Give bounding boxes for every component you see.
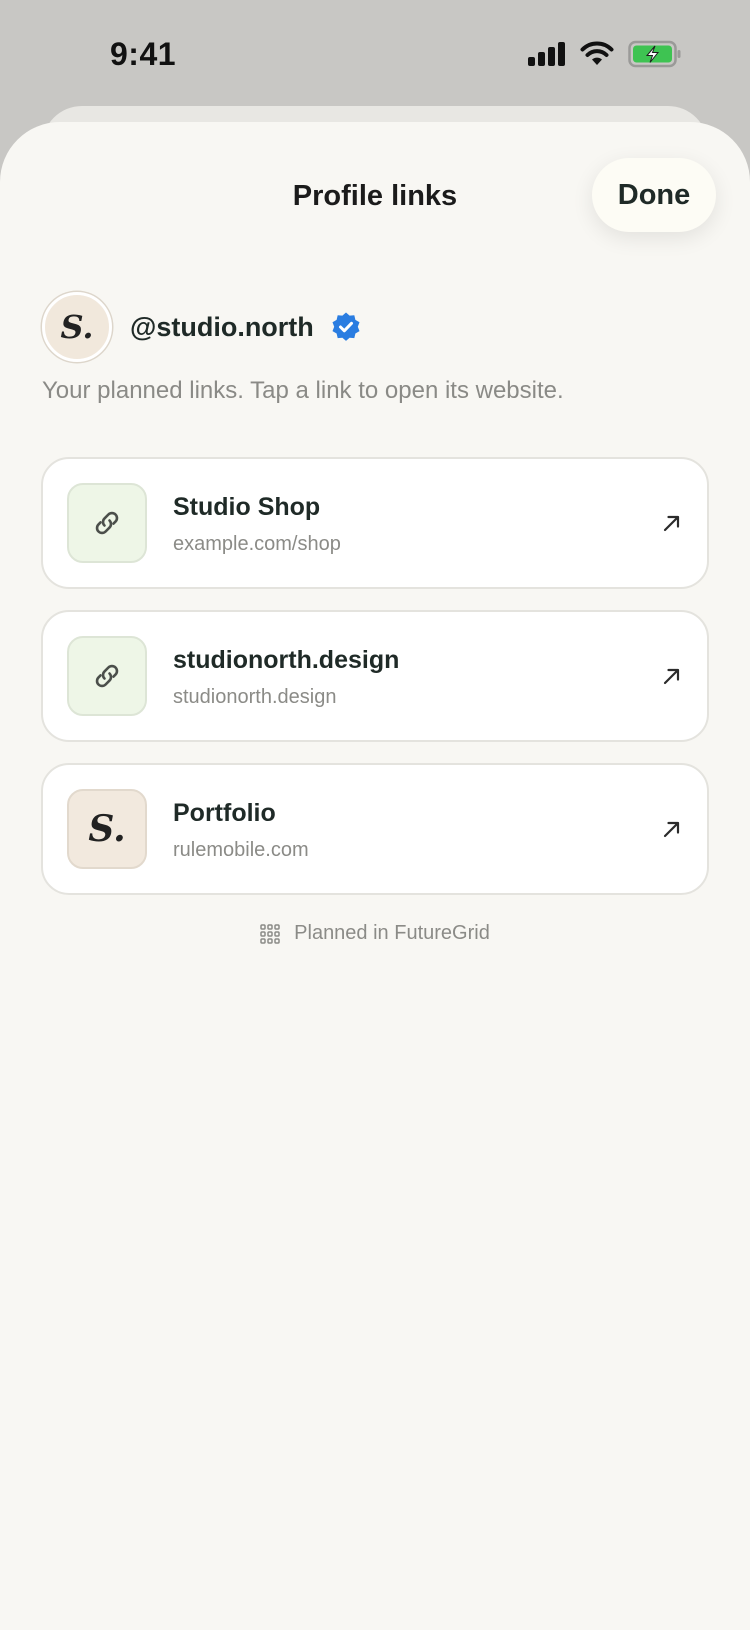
link-card-portfolio[interactable]: S. Portfolio rulemobile.com (41, 763, 709, 895)
profile-links-sheet: Profile links Done S. @studio.north Your… (0, 122, 750, 1630)
external-arrow-icon[interactable] (661, 512, 683, 534)
link-url: studionorth.design (173, 686, 337, 708)
footer-text: Planned in FutureGrid (294, 922, 490, 944)
profile-row: S. @studio.north (42, 292, 362, 362)
status-time: 9:41 (110, 36, 177, 72)
link-title: Portfolio (173, 799, 276, 827)
link-list: Studio Shop example.com/shop studionorth… (41, 457, 709, 916)
link-title: studionorth.design (173, 646, 400, 674)
footer: Planned in FutureGrid (0, 922, 750, 945)
profile-handle: @studio.north (130, 311, 314, 342)
avatar: S. (42, 292, 112, 362)
done-button[interactable]: Done (592, 158, 716, 232)
status-icons (528, 40, 682, 68)
wifi-icon (580, 41, 614, 65)
link-thumb (67, 483, 147, 563)
link-title: Studio Shop (173, 493, 321, 521)
link-icon (95, 664, 119, 688)
verified-badge-icon (332, 312, 360, 341)
subtitle: Your planned links. Tap a link to open i… (42, 377, 564, 404)
link-url: example.com/shop (173, 533, 341, 555)
link-icon (95, 511, 119, 535)
link-card-studio-shop[interactable]: Studio Shop example.com/shop (41, 457, 709, 589)
battery-charging-icon (628, 40, 681, 68)
external-arrow-icon[interactable] (661, 818, 683, 840)
link-url: rulemobile.com (173, 839, 309, 861)
link-thumb-logo: S. (67, 789, 147, 869)
link-card-studionorth-design[interactable]: studionorth.design studionorth.design (41, 610, 709, 742)
link-thumb (67, 636, 147, 716)
signal-icon (528, 42, 565, 66)
external-arrow-icon[interactable] (661, 665, 683, 687)
status-bar: 9:41 (0, 0, 750, 105)
grid-icon (260, 923, 280, 944)
